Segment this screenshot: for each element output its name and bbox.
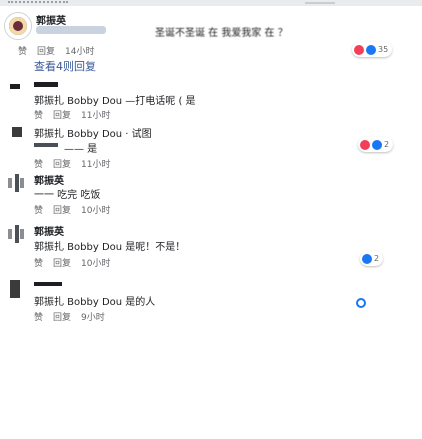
reaction-count[interactable]: 2 [360,251,384,266]
like-icon [366,44,376,55]
reply-button[interactable]: 回复 [53,203,71,216]
divider [8,1,68,6]
reply-button[interactable]: 回复 [53,310,71,323]
reaction-count[interactable]: 35 [352,42,393,57]
like-button[interactable]: 赞 [34,256,43,269]
comment-text-line2: —— 是 [64,144,98,155]
divider [305,2,335,4]
comment-actions: 赞 回复 14小时 [18,44,94,57]
comment-actions: 赞 回复 9小时 [34,310,105,323]
top-strip [0,0,422,6]
reply-button[interactable]: 回复 [53,157,71,170]
comment-text: 郭振扎 Bobby Dou 是呢！不是！ [34,242,186,253]
comment-text: 郭振扎 Bobby Dou · 试图 [34,129,152,140]
avatar[interactable] [12,127,22,137]
comment-text: 圣诞不圣诞 在 我爱我家 在 ？ [155,28,288,39]
avatar[interactable] [10,280,20,298]
view-replies-link[interactable]: 查看4则回复 [34,58,96,74]
reaction-icon[interactable] [356,298,366,308]
avatar[interactable] [6,172,26,192]
avatar[interactable] [6,223,26,243]
comment-actions: 赞 回复 11小时 [34,157,110,170]
reply-button[interactable]: 回复 [37,44,55,57]
reply-button[interactable]: 回复 [53,256,71,269]
blurred-text [34,143,58,147]
timestamp: 10小时 [81,206,111,216]
like-button[interactable]: 赞 [18,44,27,57]
love-icon [354,44,364,55]
comment-author[interactable] [34,282,62,286]
reaction-count[interactable]: 2 [358,137,394,152]
love-icon [360,139,370,150]
like-button[interactable]: 赞 [34,310,43,323]
timestamp: 11小时 [81,160,111,170]
comment-author[interactable]: 郭振英 [34,223,64,238]
like-button[interactable]: 赞 [34,203,43,216]
comment-actions: 赞 回复 11小时 [34,108,110,121]
comment-text: 郭振扎 Bobby Dou —打电话呢 ( 是 [34,96,196,107]
comment-text: 一一 吃完 吃饭 [34,190,101,201]
comment-actions: 赞 回复 10小时 [34,203,110,216]
avatar[interactable] [10,84,20,89]
like-button[interactable]: 赞 [34,157,43,170]
blurred-text [36,26,106,34]
like-icon [362,253,372,264]
timestamp: 11小时 [81,111,111,121]
timestamp: 14小时 [65,47,95,57]
like-icon [372,139,382,150]
comment-author[interactable] [34,82,58,87]
comment-author[interactable]: 郭振英 [34,172,64,187]
comment-text: 郭振扎 Bobby Dou 是的人 [34,297,156,308]
comment-actions: 赞 回复 10小时 [34,256,110,269]
avatar[interactable] [4,12,32,40]
reply-button[interactable]: 回复 [53,108,71,121]
like-button[interactable]: 赞 [34,108,43,121]
comment-author[interactable]: 郭振英 [36,12,66,27]
timestamp: 9小时 [81,313,105,323]
timestamp: 10小时 [81,259,111,269]
